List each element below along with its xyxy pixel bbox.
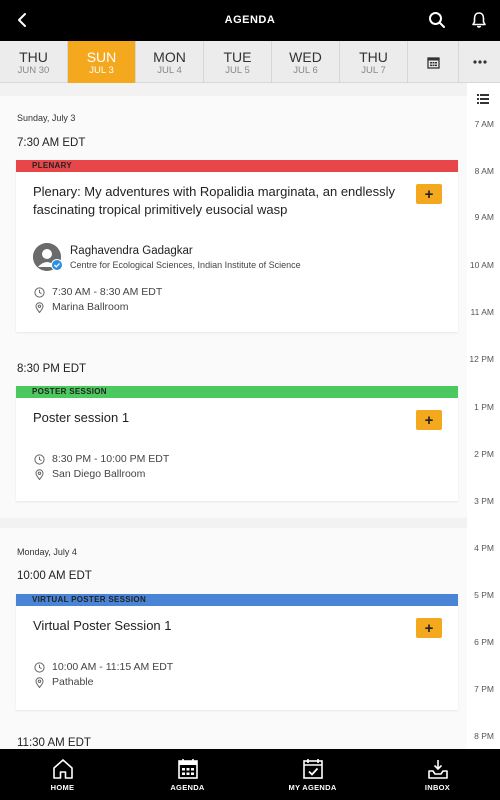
day-tab-jun30[interactable]: THU JUN 30 [0,41,68,83]
rail-time-label[interactable]: 3 PM [474,496,494,506]
nav-label: AGENDA [170,783,205,792]
session-time: 8:30 PM - 10:00 PM EDT [34,453,169,465]
session-location-text: Marina Ballroom [52,301,129,313]
time-heading: 10:00 AM EDT [17,570,92,582]
day-tab-date: JUL 3 [89,65,114,76]
session-location-text: San Diego Ballroom [52,468,146,480]
time-group: 11:30 AM EDT [0,725,467,749]
day-tab-jul6[interactable]: WED JUL 6 [272,41,340,83]
session-title[interactable]: Plenary: My adventures with Ropalidia ma… [33,183,403,219]
session-time-text: 8:30 PM - 10:00 PM EDT [52,453,170,465]
bell-icon[interactable] [466,7,492,33]
day-tab-date: JUL 7 [361,65,386,76]
location-pin-icon [35,301,44,313]
time-heading: 11:30 AM EDT [17,737,91,749]
rail-time-label[interactable]: 9 AM [475,212,494,222]
nav-label: MY AGENDA [288,783,337,792]
day-tab-date: JUN 30 [17,65,50,76]
rail-time-label[interactable]: 4 PM [474,543,494,553]
rail-time-label[interactable]: 6 PM [474,637,494,647]
rail-time-label[interactable]: 5 PM [474,590,494,600]
bottom-nav: HOME AGENDA MY AGENDA INBOX [0,749,500,800]
session-category-band: PLENARY [16,160,458,172]
speaker-organization: Centre for Ecological Sciences, Indian I… [70,259,301,270]
day-tab-jul7[interactable]: THU JUL 7 [340,41,408,83]
time-group: Sunday, July 3 7:30 AM EDT PLENARY Plena… [0,96,467,352]
session-location: San Diego Ballroom [34,468,145,480]
session-title[interactable]: Poster session 1 [33,409,403,427]
session-category-band: POSTER SESSION [16,386,458,398]
rail-time-label[interactable]: 12 PM [469,354,494,364]
time-heading: 7:30 AM EDT [17,137,86,149]
location-pin-icon [35,468,44,480]
rail-time-label[interactable]: 1 PM [474,402,494,412]
time-rail[interactable]: 7 AM 8 AM 9 AM 10 AM 11 AM 12 PM 1 PM 2 … [467,83,500,749]
time-group: Monday, July 4 10:00 AM EDT VIRTUAL POST… [0,528,467,725]
session-card[interactable]: VIRTUAL POSTER SESSION Virtual Poster Se… [16,594,458,710]
add-to-agenda-button[interactable]: + [416,184,442,204]
session-card[interactable]: POSTER SESSION Poster session 1 + 8:30 P… [16,386,458,501]
day-heading: Monday, July 4 [17,547,77,557]
session-location: Marina Ballroom [34,301,128,313]
clock-icon [34,453,45,465]
time-group: 8:30 PM EDT POSTER SESSION Poster sessio… [0,352,467,518]
day-tab-date: JUL 4 [157,65,182,76]
session-category-band: VIRTUAL POSTER SESSION [16,594,458,606]
nav-my-agenda[interactable]: MY AGENDA [250,749,375,800]
session-location: Pathable [34,676,93,688]
day-heading: Sunday, July 3 [17,113,76,123]
day-tabs: THU JUN 30 SUN JUL 3 MON JUL 4 TUE JUL 5… [0,41,500,83]
nav-label: HOME [50,783,75,792]
location-pin-icon [35,676,44,688]
search-icon[interactable] [424,7,450,33]
day-tab-dow: THU [19,49,48,65]
day-tab-jul3[interactable]: SUN JUL 3 [68,41,136,83]
clock-icon [34,286,45,298]
speaker[interactable]: Raghavendra Gadagkar Centre for Ecologic… [33,243,301,271]
add-to-agenda-button[interactable]: + [416,410,442,430]
day-tab-dow: THU [359,49,388,65]
list-view-icon[interactable] [477,91,489,109]
day-tab-dow: TUE [223,49,252,65]
more-options-icon[interactable] [459,41,500,83]
calendar-picker-icon[interactable] [409,41,459,83]
rail-time-label[interactable]: 8 PM [474,731,494,741]
rail-time-label[interactable]: 7 PM [474,684,494,694]
nav-inbox[interactable]: INBOX [375,749,500,800]
top-bar: AGENDA [0,0,500,41]
speaker-name: Raghavendra Gadagkar [70,244,193,257]
rail-time-label[interactable]: 7 AM [475,119,494,129]
home-icon [52,759,73,779]
rail-time-label[interactable]: 11 AM [471,307,494,317]
session-time: 10:00 AM - 11:15 AM EDT [34,661,173,673]
nav-home[interactable]: HOME [0,749,125,800]
verified-badge-icon [51,259,63,271]
day-tab-jul5[interactable]: TUE JUL 5 [204,41,272,83]
clock-icon [34,661,45,673]
rail-time-label[interactable]: 2 PM [474,449,494,459]
day-tab-dow: MON [153,49,186,65]
session-time-text: 7:30 AM - 8:30 AM EDT [52,286,163,298]
day-tab-dow: WED [289,49,322,65]
rail-time-label[interactable]: 10 AM [470,260,494,270]
day-tab-date: JUL 6 [293,65,318,76]
agenda-list[interactable]: Sunday, July 3 7:30 AM EDT PLENARY Plena… [0,84,467,749]
nav-label: INBOX [424,783,451,792]
session-time-text: 10:00 AM - 11:15 AM EDT [52,661,174,673]
day-tab-jul4[interactable]: MON JUL 4 [136,41,204,83]
calendar-icon [177,759,198,779]
rail-time-label[interactable]: 8 AM [475,166,494,176]
day-tab-date: JUL 5 [225,65,250,76]
time-heading: 8:30 PM EDT [17,363,87,375]
session-time: 7:30 AM - 8:30 AM EDT [34,286,162,298]
session-location-text: Pathable [52,676,94,688]
nav-agenda[interactable]: AGENDA [125,749,250,800]
session-title[interactable]: Virtual Poster Session 1 [33,617,403,635]
calendar-check-icon [302,759,323,779]
inbox-icon [427,760,448,779]
day-tab-dow: SUN [86,49,117,65]
session-card[interactable]: PLENARY Plenary: My adventures with Ropa… [16,160,458,332]
add-to-agenda-button[interactable]: + [416,618,442,638]
